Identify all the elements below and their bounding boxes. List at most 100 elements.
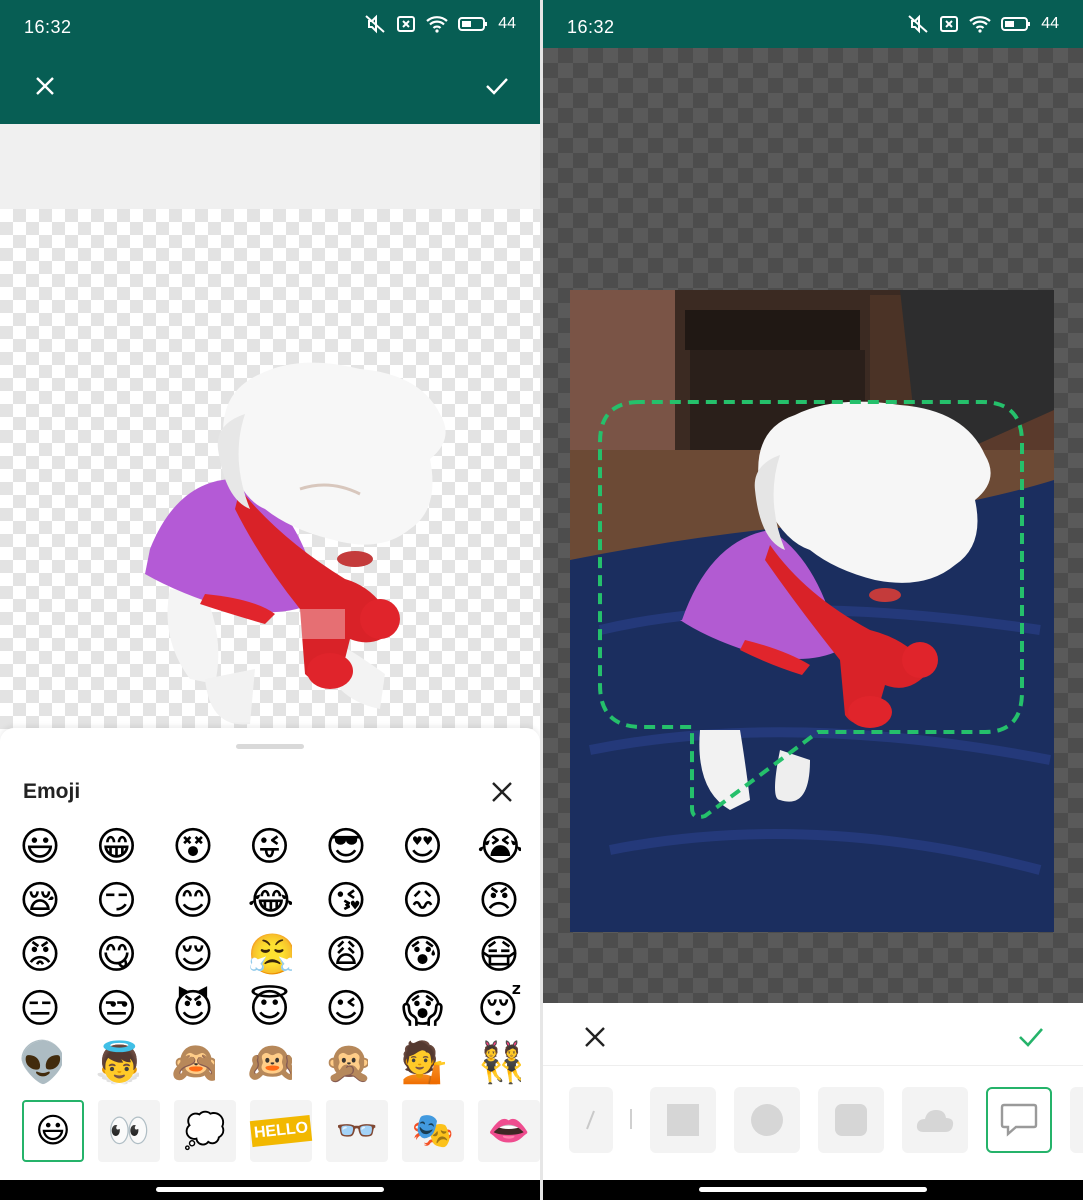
no-sim-icon [939, 15, 959, 33]
category-glasses[interactable]: 👓 [326, 1100, 388, 1162]
status-icons: 44 [364, 14, 516, 34]
cancel-crop-button[interactable] [579, 1021, 611, 1053]
sticker-category-row: 😃 👀 💭 HELLO 👓 🎭 👄 [22, 1100, 540, 1164]
emoji-item[interactable]: 😭 [477, 820, 521, 874]
shape-speech-bubble[interactable] [986, 1087, 1052, 1153]
emoji-item[interactable]: 😏 [95, 874, 139, 928]
check-icon [486, 78, 508, 95]
emoji-item[interactable]: 🙉 [248, 1036, 292, 1090]
emoji-item[interactable]: 😵 [171, 820, 215, 874]
emoji-item[interactable]: 😍 [401, 820, 445, 874]
sheet-title: Emoji [23, 780, 81, 803]
emoji-item[interactable]: 😖 [401, 874, 445, 928]
status-icons: 44 [907, 14, 1059, 34]
pencil-icon [586, 1110, 595, 1130]
shape-freehand[interactable] [569, 1087, 613, 1153]
separator [630, 1109, 632, 1129]
shape-circle[interactable] [734, 1087, 800, 1153]
dog-photo [570, 290, 1054, 932]
status-bar: 16:32 44 [543, 0, 1083, 48]
emoji-item[interactable]: 😉 [324, 982, 368, 1036]
emoji-grid: 😃 😁 😵 😜 😎 😍 😭 😪 😏 😊 😂 😘 😖 😠 😡 😋 😌 😤 😩 😰 😷 😑 😒 😈 😇 😉 😱 😴 👽 👼 🙈 🙉 🙊 💁 👯 [18, 820, 534, 1090]
check-icon [1019, 1028, 1043, 1047]
battery-icon [1001, 16, 1031, 32]
sticker-canvas[interactable] [0, 209, 540, 729]
thought-bubble-icon: 💭 [183, 1111, 227, 1151]
category-cartoon-face[interactable]: 👀 [98, 1100, 160, 1162]
battery-icon [458, 16, 488, 32]
emoji-item[interactable]: 👼 [95, 1036, 139, 1090]
emoji-item[interactable]: 😋 [95, 928, 139, 982]
status-time: 16:32 [24, 17, 72, 37]
status-time: 16:32 [567, 17, 615, 37]
divider [543, 1065, 1083, 1066]
emoji-item[interactable]: 😃 [18, 820, 62, 874]
emoji-item[interactable]: 😎 [324, 820, 368, 874]
category-hello-sticker[interactable]: HELLO [249, 1100, 313, 1162]
category-thought-bubble[interactable]: 💭 [174, 1100, 236, 1162]
close-icon [492, 782, 512, 802]
emoji-item[interactable]: 😪 [18, 874, 62, 928]
battery-percent: 44 [1041, 15, 1059, 32]
category-mask[interactable]: 🎭 [402, 1100, 464, 1162]
emoji-item[interactable]: 💁 [401, 1036, 445, 1090]
shape-square[interactable] [650, 1087, 716, 1153]
emoji-item[interactable]: 😠 [477, 874, 521, 928]
status-bar: 16:32 44 [0, 0, 540, 48]
emoji-item[interactable]: 😈 [171, 982, 215, 1036]
category-lips[interactable]: 👄 [478, 1100, 540, 1162]
emoji-item[interactable]: 😊 [171, 874, 215, 928]
shape-more[interactable] [1070, 1087, 1083, 1153]
emoji-item[interactable]: 👽 [18, 1036, 62, 1090]
speech-bubble-outline[interactable] [570, 290, 1054, 932]
square-icon [667, 1104, 699, 1136]
emoji-sheet: Emoji 😃 😁 😵 😜 😎 😍 😭 😪 😏 😊 😂 😘 😖 😠 😡 😋 😌 😤 😩 😰 😷 😑 😒 😈 😇 😉 😱 😴 👽 👼 🙈 🙉 🙊 💁… [0, 728, 540, 1183]
emoji-item[interactable]: 😁 [95, 820, 139, 874]
speech-bubble-icon [1000, 1103, 1038, 1137]
circle-icon [751, 1104, 783, 1136]
category-emoji[interactable]: 😃 [22, 1100, 84, 1162]
mute-icon [907, 14, 929, 34]
glasses-icon: 👓 [335, 1111, 379, 1151]
confirm-button[interactable] [481, 70, 513, 102]
emoji-item[interactable]: 😱 [401, 982, 445, 1036]
canvas-top-area [0, 124, 540, 209]
crop-canvas [543, 48, 1083, 1003]
emoji-item[interactable]: 😷 [477, 928, 521, 982]
emoji-item[interactable]: 😴 [477, 982, 521, 1036]
emoji-item[interactable]: 😜 [248, 820, 292, 874]
emoji-item[interactable]: 😌 [171, 928, 215, 982]
no-sim-icon [396, 15, 416, 33]
sheet-close-button[interactable] [488, 778, 516, 806]
battery-percent: 44 [498, 15, 516, 32]
mute-icon [364, 14, 386, 34]
emoji-item[interactable]: 🙊 [324, 1036, 368, 1090]
navigation-bar [543, 1180, 1083, 1200]
home-indicator[interactable] [156, 1187, 384, 1192]
emoji-item[interactable]: 😰 [401, 928, 445, 982]
emoji-item[interactable]: 😒 [95, 982, 139, 1036]
emoji-item[interactable]: 😂 [248, 874, 292, 928]
emoji-item[interactable]: 😘 [324, 874, 368, 928]
apply-crop-button[interactable] [1015, 1021, 1047, 1053]
close-button[interactable] [29, 70, 61, 102]
left-screen: 16:32 44 Emoji 😃 😁 😵 😜 😎 😍 😭 😪 😏 😊 😂 😘 😖… [0, 0, 540, 1200]
shape-rounded-square[interactable] [818, 1087, 884, 1153]
emoji-item[interactable]: 😤 [248, 928, 292, 982]
close-icon [36, 77, 54, 95]
wifi-icon [969, 15, 991, 33]
wifi-icon [426, 15, 448, 33]
emoji-item[interactable]: 🙈 [171, 1036, 215, 1090]
emoji-item[interactable]: 😑 [18, 982, 62, 1036]
emoji-item[interactable]: 😇 [248, 982, 292, 1036]
shape-toolbar-panel [543, 1003, 1083, 1180]
emoji-icon: 😃 [35, 1111, 71, 1151]
emoji-item[interactable]: 👯 [477, 1036, 521, 1090]
drag-handle[interactable] [236, 744, 304, 749]
mask-icon: 🎭 [411, 1111, 455, 1151]
emoji-item[interactable]: 😩 [324, 928, 368, 982]
emoji-item[interactable]: 😡 [18, 928, 62, 982]
shape-cloud[interactable] [902, 1087, 968, 1153]
home-indicator[interactable] [699, 1187, 927, 1192]
right-screen: 16:32 44 [543, 0, 1083, 1200]
